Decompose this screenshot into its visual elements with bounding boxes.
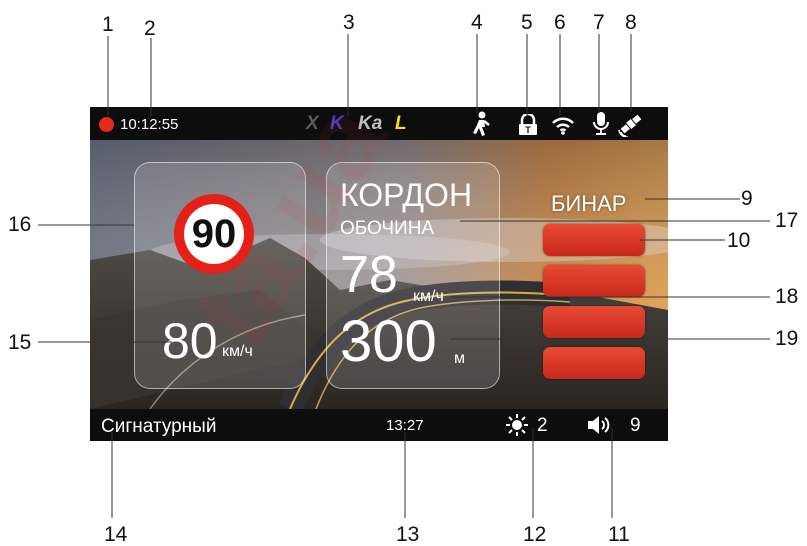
callout-leader-lines: [38, 34, 770, 518]
